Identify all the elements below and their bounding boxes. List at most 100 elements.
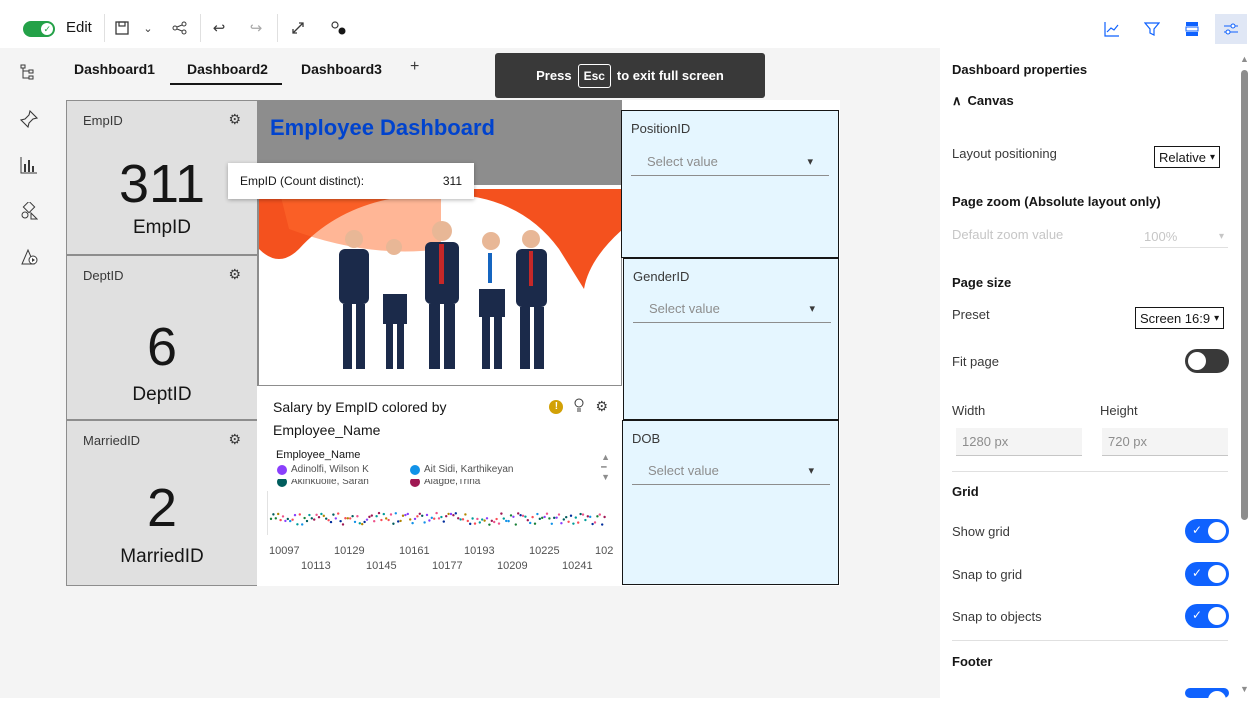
scatter-point [567, 520, 570, 523]
scatter-point [529, 521, 532, 525]
scatter-point [433, 517, 436, 520]
x-tick-label: 10113 [301, 560, 331, 572]
preset-label: Preset [952, 307, 990, 322]
visualizations-icon[interactable] [1096, 14, 1128, 44]
pointer-icon[interactable] [327, 17, 349, 39]
show-grid-label: Show grid [952, 524, 1010, 539]
chart-icon[interactable] [18, 154, 40, 176]
legend-scroll-arrows[interactable]: ▲ ━ ▼ [601, 452, 610, 482]
canvas-section-toggle[interactable]: ∧ Canvas [952, 93, 1014, 109]
footer-toggle[interactable] [1185, 688, 1229, 709]
toolbar-divider [104, 14, 105, 42]
toolbar-divider [277, 14, 278, 42]
collapse-icon[interactable] [287, 17, 309, 39]
navigate-icon[interactable] [18, 62, 40, 84]
positionid-select[interactable]: Select value ▾ [631, 148, 829, 176]
scatter-point [317, 516, 321, 519]
legend-label: Adinolfi, Wilson K [291, 464, 369, 475]
scatter-point [332, 513, 335, 516]
redo-icon[interactable]: ↪ [245, 17, 267, 39]
height-input[interactable]: 720 px [1102, 428, 1228, 456]
default-zoom-value: 100% [1144, 229, 1178, 244]
panel-scrollbar[interactable] [1241, 70, 1248, 520]
chevron-down-icon: ▾ [1209, 151, 1215, 163]
scroll-down-icon[interactable]: ▼ [1240, 684, 1249, 694]
employee-dashboard-image-widget[interactable]: Employee Dashboard [258, 100, 622, 386]
scatter-point [389, 513, 393, 516]
gear-icon[interactable]: ⚙ [228, 111, 241, 128]
layout-positioning-select[interactable]: Relative ▾ [1154, 146, 1220, 168]
scatter-point [598, 513, 601, 516]
gear-icon[interactable]: ⚙ [228, 431, 241, 448]
scatter-point [572, 522, 575, 525]
properties-icon[interactable] [1215, 14, 1247, 44]
kpi-card-marriedid[interactable]: MarriedID ⚙ 2 MarriedID [66, 420, 258, 586]
scatter-point [493, 520, 496, 524]
salary-scatter-widget[interactable]: Salary by EmpID colored by Employee_Name… [257, 386, 622, 586]
esc-key-badge: Esc [577, 63, 611, 88]
legend-item[interactable]: Akinkuolie, Sarah [277, 479, 369, 487]
tab-dashboard1[interactable]: Dashboard1 [74, 61, 155, 77]
scatter-point [545, 512, 549, 515]
width-label: Width [952, 403, 986, 418]
filter-genderid[interactable]: GenderID Select value ▾ [623, 258, 839, 420]
share-icon[interactable] [169, 17, 191, 39]
legend-swatch [277, 464, 287, 475]
grid-heading: Grid [952, 484, 979, 499]
kpi-label: MarriedID [120, 546, 204, 567]
filter-dob[interactable]: DOB Select value ▾ [622, 420, 839, 585]
scatter-point [418, 512, 421, 515]
tab-dashboard3[interactable]: Dashboard3 [301, 61, 382, 77]
add-tab-button[interactable]: + [410, 58, 419, 76]
scatter-point [454, 512, 457, 515]
scatter-point [447, 512, 450, 516]
kpi-tooltip: EmpID (Count distinct): 311 [228, 163, 474, 199]
scatter-point [577, 521, 580, 524]
scatter-plot[interactable] [267, 491, 612, 536]
filter-icon[interactable] [1136, 14, 1168, 44]
chevron-down-icon[interactable]: ⌄ [137, 17, 159, 39]
snap-to-objects-toggle[interactable]: ✓ [1185, 604, 1229, 628]
scatter-point [339, 519, 342, 523]
filter-title: PositionID [631, 121, 691, 136]
genderid-select[interactable]: Select value ▾ [633, 295, 831, 323]
save-icon[interactable] [111, 17, 133, 39]
tab-dashboard2[interactable]: Dashboard2 [187, 61, 268, 77]
default-zoom-select[interactable]: 100% ▾ [1140, 226, 1228, 248]
lightbulb-icon[interactable] [573, 398, 585, 415]
show-grid-toggle[interactable]: ✓ [1185, 519, 1229, 543]
legend-item[interactable]: Alagbe,Trina [410, 479, 480, 487]
fit-page-toggle[interactable] [1185, 349, 1229, 373]
warning-icon[interactable]: ! [549, 399, 564, 414]
scatter-point [279, 518, 282, 522]
scroll-up-icon[interactable]: ▲ [1240, 54, 1249, 64]
gear-icon[interactable]: ⚙ [595, 398, 608, 415]
legend-label: Ait Sidi, Karthikeyan [424, 464, 514, 475]
scatter-point [365, 518, 369, 521]
legend-item[interactable]: Adinolfi, Wilson K [277, 464, 369, 475]
gear-icon[interactable]: ⚙ [228, 266, 241, 283]
chevron-down-icon: ▾ [807, 156, 813, 168]
pin-icon[interactable] [18, 108, 40, 130]
kpi-card-deptid[interactable]: DeptID ⚙ 6 DeptID [66, 255, 258, 420]
scatter-point [353, 520, 357, 524]
data-icon[interactable] [1176, 14, 1208, 44]
filter-positionid[interactable]: PositionID Select value ▾ [621, 110, 839, 258]
chevron-down-icon: ▾ [808, 465, 814, 477]
dob-select[interactable]: Select value ▾ [632, 457, 830, 485]
x-tick-label: 10177 [432, 560, 463, 572]
width-input[interactable]: 1280 px [956, 428, 1082, 456]
scatter-point [308, 513, 311, 517]
legend-item[interactable]: Ait Sidi, Karthikeyan [410, 464, 514, 475]
ai-assistant-icon[interactable] [18, 246, 40, 268]
scatter-point [310, 517, 313, 520]
preset-select[interactable]: Screen 16:9 ▾ [1135, 307, 1225, 329]
assets-icon[interactable] [18, 200, 40, 222]
scatter-point [363, 520, 366, 524]
scatter-point [274, 517, 277, 520]
undo-icon[interactable]: ↩ [208, 17, 230, 39]
scatter-point [483, 519, 486, 522]
snap-to-grid-toggle[interactable]: ✓ [1185, 562, 1229, 586]
scatter-point [382, 512, 385, 516]
edit-mode-toggle[interactable]: ✓ [23, 21, 55, 37]
